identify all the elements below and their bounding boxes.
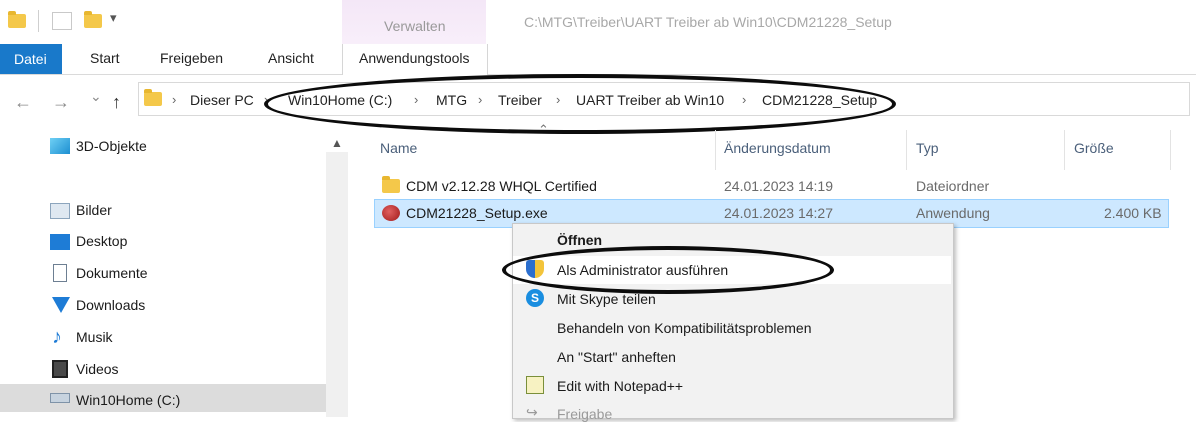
menu-item-oeffnen[interactable]: Öffnen [557,232,602,248]
properties-icon[interactable] [52,12,72,30]
back-button[interactable]: ← [14,92,32,113]
pictures-icon [50,203,70,219]
menu-item-compatibility[interactable]: Behandeln von Kompatibilitätsproblemen [557,320,812,336]
address-folder-icon [144,89,162,106]
menu-item-pin-start[interactable]: An "Start" anheften [557,349,676,365]
nav-item-downloads[interactable]: Downloads [76,297,145,313]
tab-freigeben[interactable]: Freigeben [160,50,223,66]
crumb-dieser-pc[interactable]: Dieser PC [190,92,254,108]
nav-item-desktop[interactable]: Desktop [76,233,127,249]
nav-item-3d-objekte[interactable]: 3D-Objekte [76,138,147,154]
recent-locations-button[interactable]: ⌄ [90,88,102,105]
column-divider [1170,130,1171,170]
3d-objects-icon [50,138,70,154]
crumb-separator: › [172,92,177,107]
downloads-icon [52,297,70,313]
setup-exe-icon [382,205,400,221]
videos-icon [52,360,68,378]
toolbar-divider [38,10,39,32]
file-name: CDM21228_Setup.exe [406,205,548,221]
folder-icon [8,11,26,28]
tab-ansicht[interactable]: Ansicht [268,50,314,66]
nav-scrollbar[interactable] [326,152,348,417]
context-group-label: Verwalten [384,18,446,34]
window-path-title: C:\MTG\Treiber\UART Treiber ab Win10\CDM… [524,14,892,30]
tab-datei[interactable]: Datei [0,44,62,74]
folder-icon [382,176,400,193]
nav-item-musik[interactable]: Musik [76,329,113,345]
column-header-date[interactable]: Änderungsdatum [724,140,831,156]
new-folder-icon[interactable] [84,11,102,28]
music-icon: ♪ [52,326,62,348]
menu-item-freigabe[interactable]: Freigabe [557,406,612,422]
column-header-size[interactable]: Größe [1074,140,1114,156]
qa-customize-dropdown-icon[interactable]: ▾ [110,10,117,26]
notepad-plus-plus-icon [526,376,544,394]
share-icon: ↪ [526,404,538,420]
annotation-oval-path [264,74,896,134]
sort-indicator-icon: ⌃ [538,122,549,137]
file-type: Dateiordner [916,178,990,194]
up-button[interactable]: ↑ [112,92,121,113]
nav-item-bilder[interactable]: Bilder [76,202,112,218]
file-size: 2.400 KB [1104,205,1162,221]
tab-anwendungstools-label: Anwendungstools [359,50,470,66]
column-header-type[interactable]: Typ [916,140,939,156]
desktop-icon [50,234,70,250]
column-header-name[interactable]: Name [380,140,417,156]
annotation-oval-admin [502,246,834,294]
file-date: 24.01.2023 14:27 [724,205,833,221]
column-divider [906,130,907,170]
file-date: 24.01.2023 14:19 [724,178,833,194]
column-divider [715,130,716,170]
nav-item-win10home[interactable]: Win10Home (C:) [76,392,180,408]
nav-item-dokumente[interactable]: Dokumente [76,265,148,281]
file-type: Anwendung [916,205,990,221]
drive-icon [50,393,70,403]
column-divider [1064,130,1065,170]
forward-button[interactable]: → [52,92,70,113]
file-name: CDM v2.12.28 WHQL Certified [406,178,597,194]
skype-icon: S [526,289,544,307]
tab-start[interactable]: Start [90,50,120,66]
nav-scroll-up-icon[interactable]: ▲ [331,136,343,150]
ribbon-tabs: Datei Start Freigeben Ansicht [0,44,1196,75]
documents-icon [53,264,67,282]
menu-item-notepad-plus-plus[interactable]: Edit with Notepad++ [557,378,683,394]
tab-anwendungstools[interactable]: Anwendungstools [342,44,488,75]
nav-item-videos[interactable]: Videos [76,361,119,377]
